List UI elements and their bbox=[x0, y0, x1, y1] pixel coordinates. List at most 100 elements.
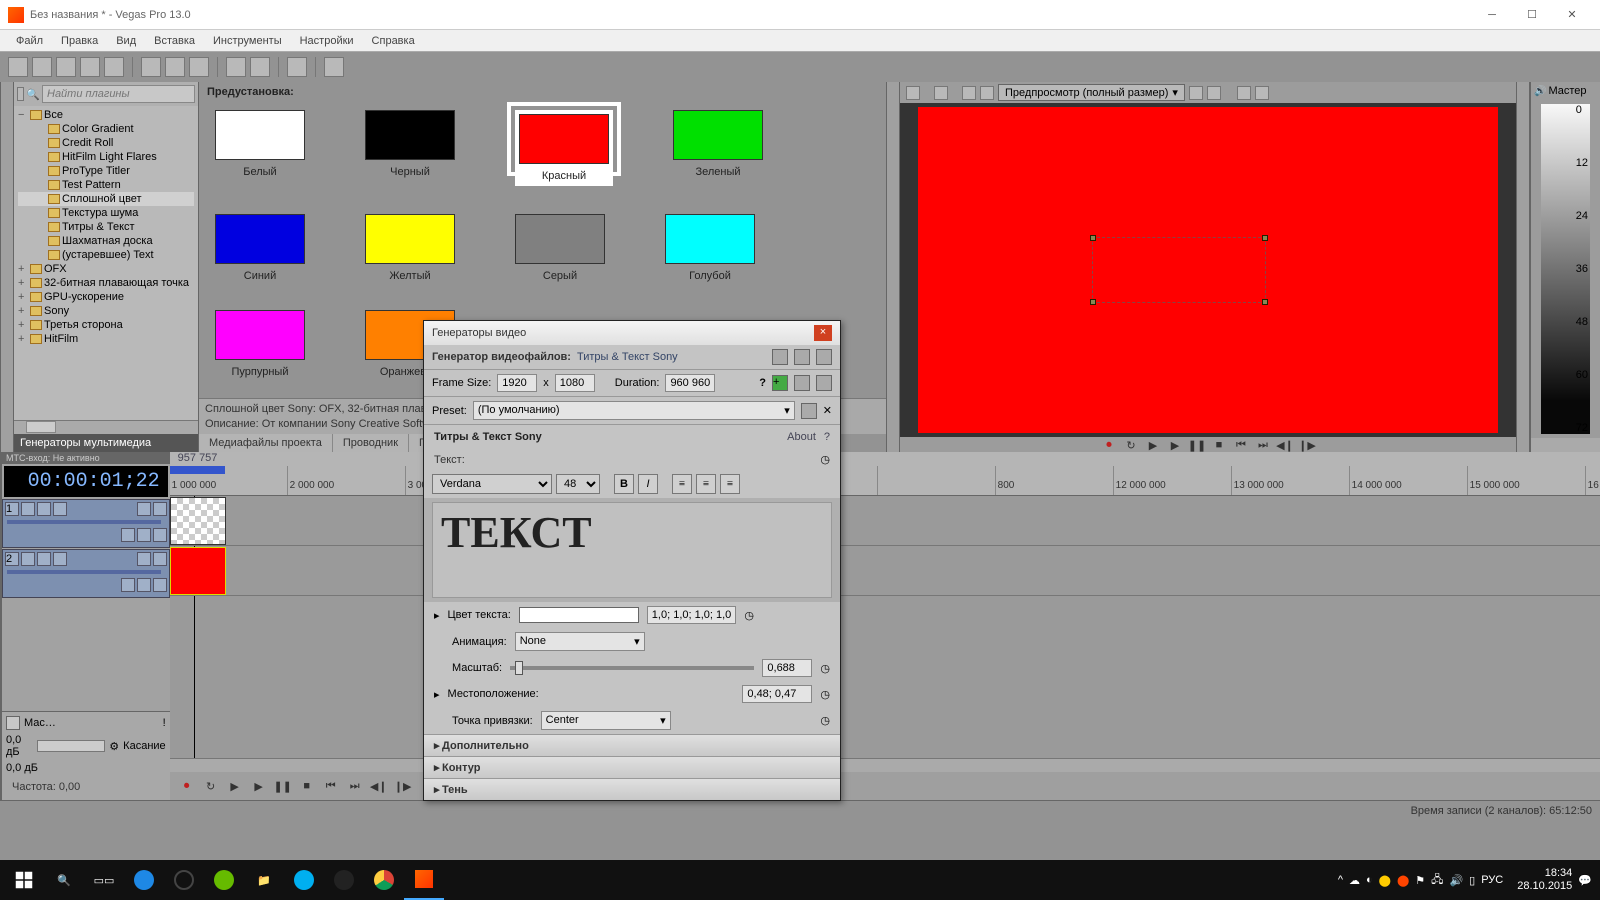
record-button[interactable]: ⏺ bbox=[178, 777, 196, 795]
tool-icon[interactable] bbox=[324, 57, 344, 77]
align-left-button[interactable]: ≡ bbox=[672, 474, 692, 494]
tray-icon[interactable]: ⬤ bbox=[1397, 874, 1409, 887]
search-input[interactable] bbox=[42, 85, 195, 103]
scrollbar-horizontal[interactable] bbox=[170, 758, 1600, 772]
prev-frame-button[interactable]: ◀❙ bbox=[1277, 437, 1293, 453]
option-icon[interactable] bbox=[1189, 86, 1203, 100]
track-num-icon[interactable]: 2 bbox=[5, 552, 19, 566]
record-button[interactable]: ⏺ bbox=[1101, 437, 1117, 453]
bold-button[interactable]: B bbox=[614, 474, 634, 494]
tree-item[interactable]: +OFX bbox=[18, 262, 194, 276]
help-link[interactable]: ? bbox=[824, 431, 830, 443]
preset-swatch[interactable]: Серый bbox=[515, 214, 605, 282]
scrollbar-horizontal[interactable] bbox=[1531, 438, 1600, 452]
preset-swatch[interactable]: Зеленый bbox=[673, 110, 763, 186]
timecode-display[interactable]: 00:00:01;22 bbox=[4, 466, 168, 497]
track-header-video-2[interactable]: 2 bbox=[2, 549, 170, 598]
keyframe-icon[interactable]: ◷ bbox=[820, 453, 830, 466]
tree-item[interactable]: (устаревшее) Text bbox=[18, 248, 194, 262]
preset-swatch[interactable]: Черный bbox=[365, 110, 455, 186]
copy-snapshot-icon[interactable] bbox=[1237, 86, 1251, 100]
preset-swatch[interactable]: Белый bbox=[215, 110, 305, 186]
undo-icon[interactable] bbox=[226, 57, 246, 77]
loop-region[interactable] bbox=[170, 466, 225, 474]
external-monitor-icon[interactable] bbox=[934, 86, 948, 100]
system-tray[interactable]: ^ ☁ ◐ ⬤ ⬤ ⚑ 🖧 🔊 ▯ РУС 18:34 28.10.2015 💬 bbox=[1338, 867, 1596, 893]
auto-icon[interactable] bbox=[53, 552, 67, 566]
go-end-button[interactable]: ⏭ bbox=[346, 777, 364, 795]
tray-icon[interactable]: ⚑ bbox=[1415, 874, 1425, 887]
save-icon[interactable] bbox=[56, 57, 76, 77]
align-right-button[interactable]: ≡ bbox=[720, 474, 740, 494]
pause-button[interactable]: ❚❚ bbox=[274, 777, 292, 795]
grid-icon[interactable] bbox=[816, 349, 832, 365]
mute-icon[interactable] bbox=[145, 716, 159, 730]
tray-icon[interactable]: ☁ bbox=[1349, 874, 1360, 887]
tray-icon[interactable]: ⬤ bbox=[1379, 874, 1391, 887]
child-icon[interactable] bbox=[153, 528, 167, 542]
tab[interactable]: Проводник bbox=[333, 434, 409, 452]
solo-icon[interactable] bbox=[153, 502, 167, 516]
dock-handle[interactable] bbox=[1516, 82, 1530, 452]
split-icon[interactable] bbox=[962, 86, 976, 100]
about-link[interactable]: About bbox=[787, 431, 816, 443]
notifications-icon[interactable]: 💬 bbox=[1578, 874, 1592, 887]
tree-item[interactable]: +32-битная плавающая точка bbox=[18, 276, 194, 290]
tray-network-icon[interactable]: 🖧 bbox=[1431, 871, 1443, 890]
preset-swatch[interactable]: Синий bbox=[215, 214, 305, 282]
render-icon[interactable] bbox=[80, 57, 100, 77]
dialog-titlebar[interactable]: Генераторы видео × bbox=[424, 321, 840, 345]
comp-mode-icon[interactable] bbox=[121, 578, 135, 592]
master-fader[interactable] bbox=[37, 740, 105, 752]
tree-item[interactable]: Test Pattern bbox=[18, 178, 194, 192]
overlay-icon[interactable] bbox=[980, 86, 994, 100]
anchor-dropdown[interactable]: Center▾ bbox=[541, 711, 671, 730]
menu-вид[interactable]: Вид bbox=[108, 33, 144, 49]
color-swatch[interactable] bbox=[519, 607, 639, 623]
align-center-button[interactable]: ≡ bbox=[696, 474, 716, 494]
menu-файл[interactable]: Файл bbox=[8, 33, 51, 49]
expand-icon[interactable]: ▸ bbox=[434, 609, 440, 622]
save-icon[interactable] bbox=[794, 375, 810, 391]
play-button[interactable]: ▶ bbox=[1167, 437, 1183, 453]
tray-clock[interactable]: 18:34 28.10.2015 bbox=[1517, 867, 1572, 893]
section-outline[interactable]: ▸Контур bbox=[424, 756, 840, 778]
track-num-icon[interactable]: 1 bbox=[5, 502, 19, 516]
utorrent-icon[interactable] bbox=[204, 860, 244, 900]
play-start-button[interactable]: ▶ bbox=[1145, 437, 1161, 453]
track-header-video-1[interactable]: 1 bbox=[2, 499, 170, 548]
video-clip[interactable] bbox=[170, 547, 226, 595]
location-value[interactable]: 0,48; 0,47 bbox=[742, 685, 812, 703]
help-icon[interactable]: ? bbox=[759, 377, 766, 389]
tray-volume-icon[interactable]: 🔊 bbox=[1449, 874, 1463, 887]
stop-button[interactable]: ■ bbox=[1211, 437, 1227, 453]
font-family-dropdown[interactable]: Verdana bbox=[432, 474, 552, 494]
menu-настройки[interactable]: Настройки bbox=[292, 33, 362, 49]
mute-icon[interactable] bbox=[137, 552, 151, 566]
pause-button[interactable]: ❚❚ bbox=[1189, 437, 1205, 453]
tree-item[interactable]: Credit Roll bbox=[18, 136, 194, 150]
solo-icon[interactable] bbox=[153, 552, 167, 566]
tree-item[interactable]: Сплошной цвет bbox=[18, 192, 194, 206]
tree-item[interactable]: +HitFilm bbox=[18, 332, 194, 346]
paste-icon[interactable] bbox=[189, 57, 209, 77]
save-preset-icon[interactable] bbox=[801, 403, 817, 419]
tree-item[interactable]: Шахматная доска bbox=[18, 234, 194, 248]
tray-chevron-icon[interactable]: ^ bbox=[1338, 874, 1343, 886]
explorer-icon[interactable]: 📁 bbox=[244, 860, 284, 900]
frame-height-field[interactable]: 1080 bbox=[555, 374, 595, 392]
preview-save-icon[interactable] bbox=[906, 86, 920, 100]
close-button[interactable]: ✕ bbox=[1552, 1, 1592, 29]
font-size-dropdown[interactable]: 48 bbox=[556, 474, 600, 494]
menu-правка[interactable]: Правка bbox=[53, 33, 106, 49]
keyframe-icon[interactable]: ◷ bbox=[820, 688, 830, 701]
tree-item[interactable]: +Sony bbox=[18, 304, 194, 318]
timeline-ruler[interactable]: 1 000 0002 000 0003 000 00080012 000 000… bbox=[170, 466, 1600, 496]
mixer-icon[interactable] bbox=[60, 716, 74, 730]
keyframe-icon[interactable]: ◷ bbox=[744, 609, 754, 622]
preset-swatch[interactable]: Голубой bbox=[665, 214, 755, 282]
minimize-button[interactable]: ─ bbox=[1472, 1, 1512, 29]
tree-item[interactable]: HitFilm Light Flares bbox=[18, 150, 194, 164]
cortana-icon[interactable] bbox=[164, 860, 204, 900]
color-value[interactable]: 1,0; 1,0; 1,0; 1,0 bbox=[647, 606, 737, 624]
